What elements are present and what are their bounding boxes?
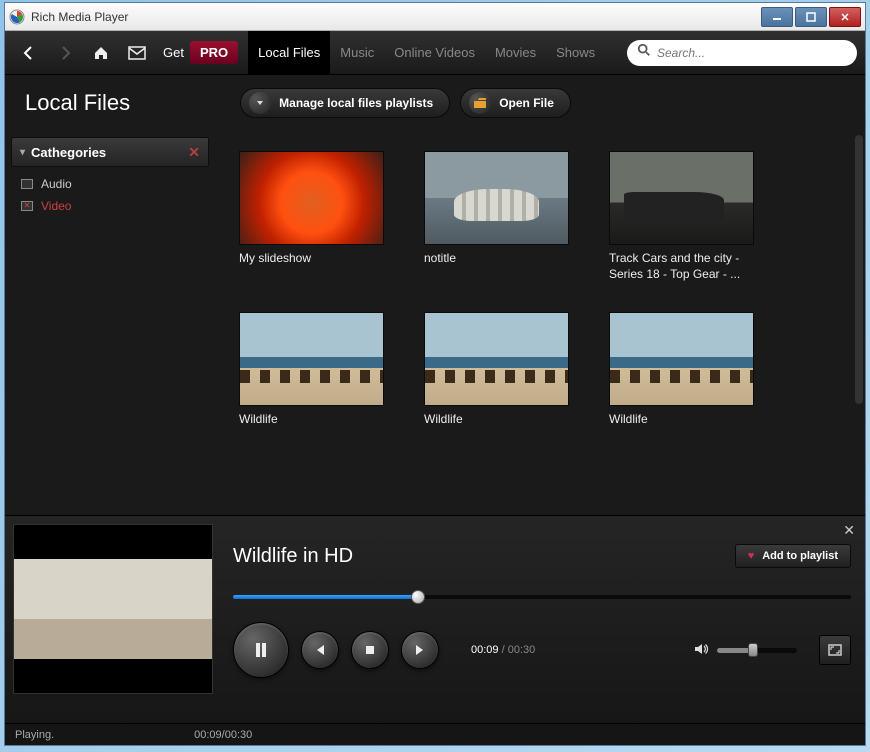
time-display: 00:09 / 00:30 <box>471 644 535 656</box>
volume-knob[interactable] <box>748 643 758 657</box>
tile-label: My slideshow <box>239 251 384 267</box>
pause-button[interactable] <box>233 622 289 678</box>
nav-tab-local-files[interactable]: Local Files <box>248 31 330 74</box>
media-tile[interactable]: notitle <box>424 151 569 282</box>
stop-button[interactable] <box>351 631 389 669</box>
add-to-playlist-label: Add to playlist <box>762 550 838 562</box>
time-current: 00:09 <box>471 644 499 656</box>
top-nav: Get PRO Local FilesMusicOnline VideosMov… <box>5 31 865 75</box>
forward-button[interactable] <box>53 41 77 65</box>
heart-icon: ♥ <box>748 550 755 562</box>
thumbnail <box>424 151 569 245</box>
chevron-down-icon <box>249 92 271 114</box>
control-row: 00:09 / 00:30 <box>233 622 851 678</box>
nav-tabs: Local FilesMusicOnline VideosMoviesShows <box>248 31 605 74</box>
sidebar: ▾ Cathegories ✕ Audio ✕ Video <box>5 131 215 515</box>
status-state: Playing. <box>15 729 54 741</box>
app-window: Rich Media Player Get PRO Local FilesMus… <box>4 2 866 746</box>
nav-tab-music[interactable]: Music <box>330 31 384 74</box>
media-tile[interactable]: Wildlife <box>424 312 569 428</box>
minimize-button[interactable] <box>761 7 793 27</box>
manage-playlists-label: Manage local files playlists <box>279 96 433 110</box>
prev-button[interactable] <box>301 631 339 669</box>
tile-label: notitle <box>424 251 569 267</box>
volume-slider[interactable] <box>717 648 797 653</box>
volume-icon[interactable] <box>693 641 709 660</box>
open-file-button[interactable]: Open File <box>460 88 571 118</box>
tile-label: Wildlife <box>239 412 384 428</box>
titlebar: Rich Media Player <box>5 3 865 31</box>
content-area: My slideshow notitle Track Cars and the ci… <box>215 131 865 515</box>
time-total: 00:30 <box>508 644 536 656</box>
progress-knob[interactable] <box>411 590 425 604</box>
page-header: Local Files Manage local files playlists… <box>5 75 865 131</box>
tile-grid: My slideshow notitle Track Cars and the ci… <box>215 131 865 448</box>
next-button[interactable] <box>401 631 439 669</box>
controls-area: Wildlife in HD ♥ Add to playlist <box>233 524 851 723</box>
preview-frame <box>14 559 212 659</box>
now-playing-row: Wildlife in HD ♥ Add to playlist <box>233 544 851 568</box>
thumbnail <box>239 312 384 406</box>
tile-label: Wildlife <box>424 412 569 428</box>
now-playing-title: Wildlife in HD <box>233 545 353 568</box>
media-tile[interactable]: Wildlife <box>609 312 754 428</box>
thumbnail <box>609 151 754 245</box>
checkbox-icon <box>21 179 33 189</box>
player-close-icon[interactable]: ✕ <box>843 522 855 539</box>
home-button[interactable] <box>89 41 113 65</box>
page-title: Local Files <box>25 90 130 116</box>
pro-button[interactable]: PRO <box>190 41 238 64</box>
nav-tab-movies[interactable]: Movies <box>485 31 546 74</box>
window-title: Rich Media Player <box>31 10 759 24</box>
media-tile[interactable]: My slideshow <box>239 151 384 282</box>
video-preview[interactable] <box>13 524 213 694</box>
search-icon <box>637 43 651 62</box>
maximize-button[interactable] <box>795 7 827 27</box>
category-label: Video <box>41 199 71 213</box>
window-buttons <box>759 7 861 27</box>
progress-track <box>233 595 851 599</box>
chevron-down-icon: ▾ <box>20 147 25 158</box>
player-main: Wildlife in HD ♥ Add to playlist <box>5 516 865 723</box>
category-audio[interactable]: Audio <box>15 173 205 195</box>
mail-button[interactable] <box>125 41 149 65</box>
checkbox-checked-icon: ✕ <box>21 201 33 211</box>
nav-tab-shows[interactable]: Shows <box>546 31 605 74</box>
get-label: Get <box>163 45 184 60</box>
folder-icon <box>469 92 491 114</box>
volume-area <box>693 635 851 665</box>
progress-fill <box>233 595 418 599</box>
categories-title: Cathegories <box>31 145 106 160</box>
thumbnail <box>239 151 384 245</box>
category-video[interactable]: ✕ Video <box>15 195 205 217</box>
status-time: 00:09/00:30 <box>194 729 252 741</box>
categories-list: Audio ✕ Video <box>11 167 209 223</box>
player-panel: ✕ Wildlife in HD ♥ Add to playlist <box>5 515 865 745</box>
close-panel-icon[interactable]: ✕ <box>188 144 200 161</box>
scrollbar[interactable] <box>855 135 863 404</box>
category-label: Audio <box>41 177 72 191</box>
thumbnail <box>609 312 754 406</box>
nav-tab-online-videos[interactable]: Online Videos <box>384 31 485 74</box>
open-file-label: Open File <box>499 96 554 110</box>
search-box[interactable] <box>627 40 857 66</box>
thumbnail <box>424 312 569 406</box>
close-button[interactable] <box>829 7 861 27</box>
back-button[interactable] <box>17 41 41 65</box>
manage-playlists-button[interactable]: Manage local files playlists <box>240 88 450 118</box>
media-tile[interactable]: Wildlife <box>239 312 384 428</box>
tile-label: Wildlife <box>609 412 754 428</box>
status-bar: Playing. 00:09/00:30 <box>5 723 865 745</box>
media-tile[interactable]: Track Cars and the city - Series 18 - To… <box>609 151 754 282</box>
tile-label: Track Cars and the city - Series 18 - To… <box>609 251 754 282</box>
progress-bar[interactable] <box>233 590 851 604</box>
add-to-playlist-button[interactable]: ♥ Add to playlist <box>735 544 851 568</box>
fullscreen-button[interactable] <box>819 635 851 665</box>
categories-header[interactable]: ▾ Cathegories ✕ <box>11 137 209 167</box>
main-area: ▾ Cathegories ✕ Audio ✕ Video My slideshow… <box>5 131 865 515</box>
app-icon <box>9 9 25 25</box>
search-input[interactable] <box>657 46 847 60</box>
